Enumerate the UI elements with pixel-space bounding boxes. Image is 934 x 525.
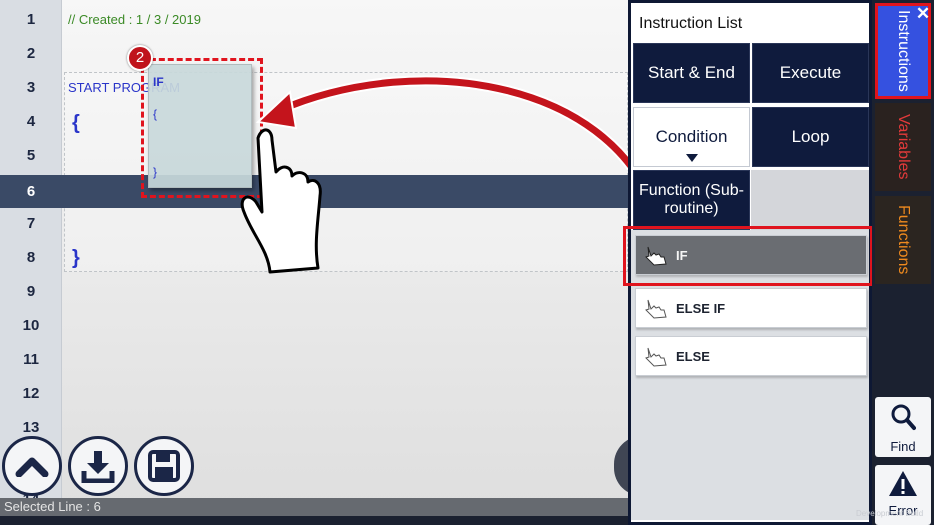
tab-functions[interactable]: Functions [875,196,931,284]
warning-icon [889,471,917,496]
callout-badge-2: 2 [127,45,153,71]
download-icon [81,451,115,483]
category-function[interactable]: Function (Sub-routine) [633,170,750,230]
instruction-item-label: ELSE IF [676,300,726,316]
category-execute[interactable]: Execute [752,43,869,103]
drag-arrow-icon [277,75,666,227]
status-bar: Selected Line : 6 [0,498,628,516]
instruction-item-else[interactable]: ELSE [635,336,867,376]
status-bar-bottom [0,516,628,525]
if-item-highlight [623,226,873,286]
hand-pointer-icon [240,128,322,274]
tab-instructions-label: Instructions [895,10,912,92]
category-condition[interactable]: Condition [633,107,750,167]
hand-drag-icon [645,347,667,367]
floppy-disk-icon [148,450,180,482]
find-label: Find [890,439,916,454]
category-loop[interactable]: Loop [752,107,869,167]
close-icon[interactable]: ✕ [915,5,931,22]
panel-title: Instruction List [639,15,743,32]
download-button[interactable] [68,436,128,496]
development-build-watermark: Development Build [856,509,924,518]
instruction-item-else-if[interactable]: ELSE IF [635,288,867,328]
chevron-up-icon [15,457,49,477]
scroll-up-button[interactable] [2,436,62,496]
find-button[interactable]: Find [875,397,931,457]
tab-variables[interactable]: Variables [875,103,931,191]
tab-variables-label: Variables [895,114,912,180]
caret-down-icon [686,154,698,162]
instruction-item-label: ELSE [676,348,710,364]
hand-drag-icon [645,299,667,319]
search-icon [891,404,916,430]
category-condition-label: Condition [655,127,728,146]
save-button[interactable] [134,436,194,496]
panel-empty-cell [751,170,869,230]
category-start-end[interactable]: Start & End [633,43,750,103]
tab-functions-label: Functions [895,205,912,275]
